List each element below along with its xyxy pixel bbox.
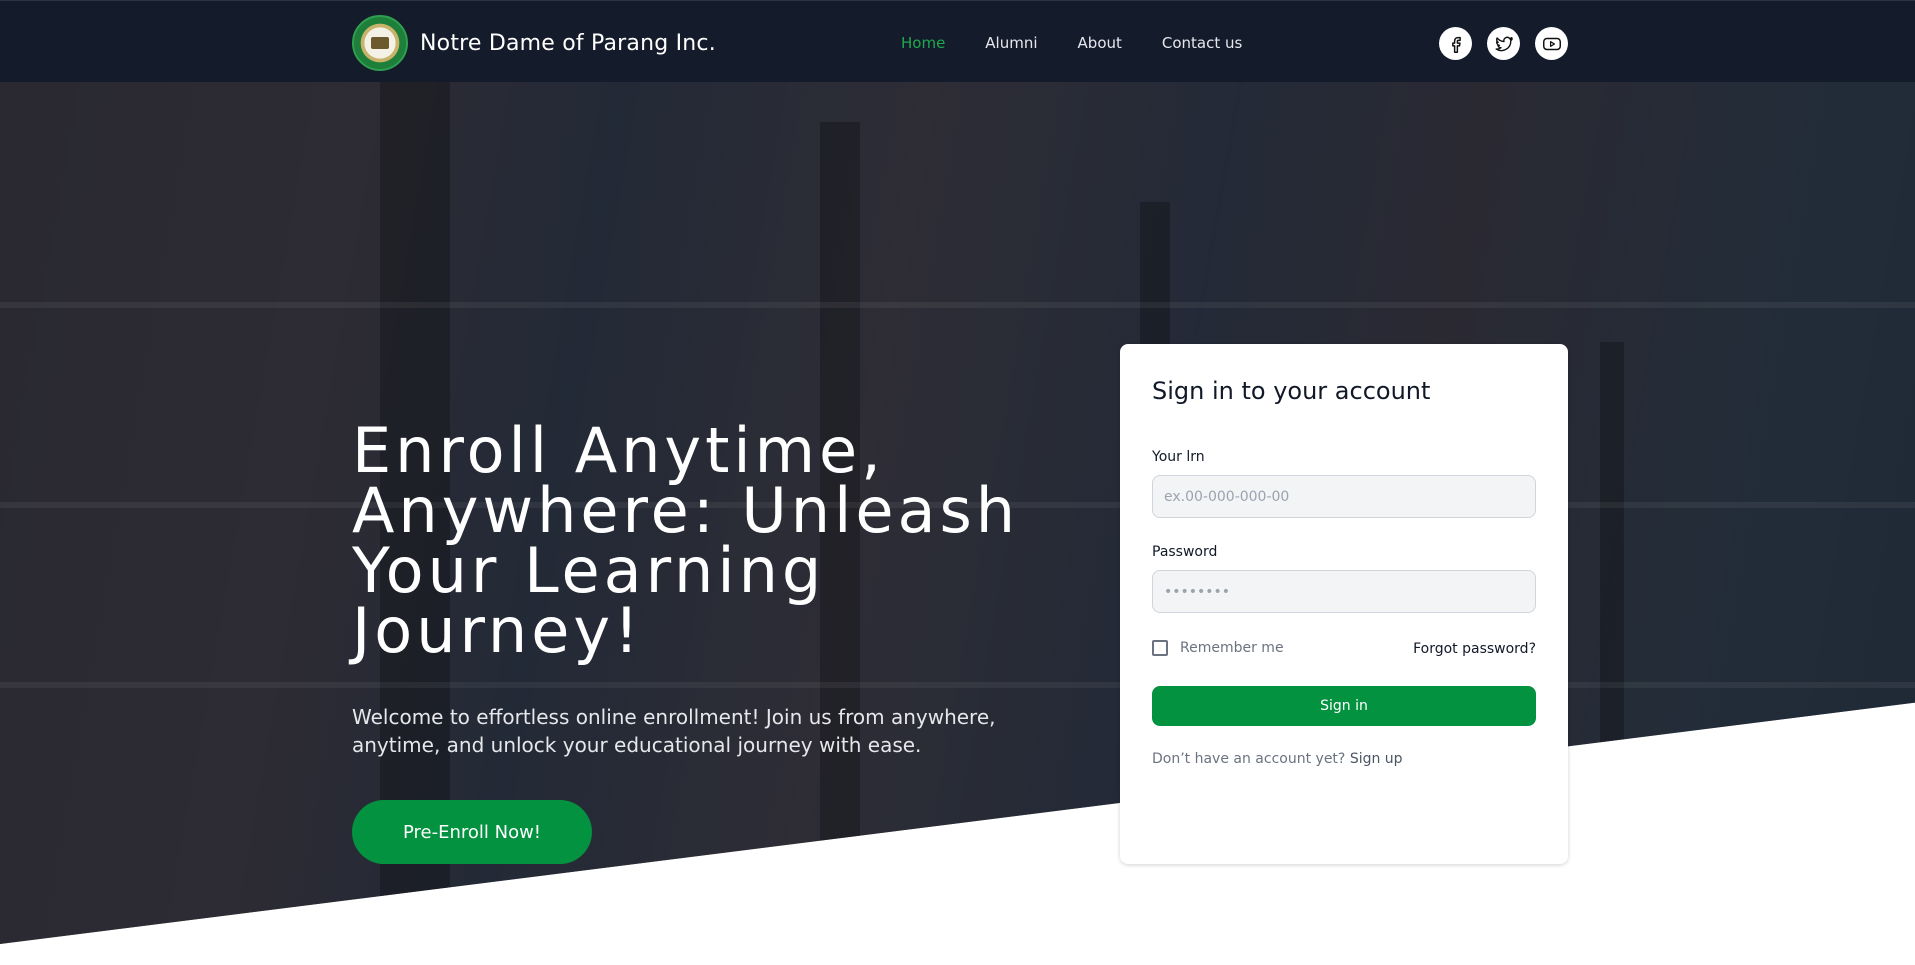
hero-title: Enroll Anytime, Anywhere: Unleash Your L… [352,420,1052,662]
school-logo-icon [352,15,408,71]
signin-title: Sign in to your account [1152,377,1431,405]
signin-card: Sign in to your account Your lrn Passwor… [1120,344,1568,864]
remember-me-checkbox[interactable] [1152,640,1168,656]
signup-link[interactable]: Sign up [1350,751,1403,767]
nav-link-alumni[interactable]: Alumni [985,34,1037,52]
lrn-input[interactable] [1152,475,1536,518]
forgot-password-link[interactable]: Forgot password? [1413,641,1536,657]
signup-prompt: Don’t have an account yet? Sign up [1152,751,1403,767]
twitter-icon[interactable] [1487,27,1520,60]
brand[interactable]: Notre Dame of Parang Inc. [352,15,716,71]
nav-link-contact[interactable]: Contact us [1162,34,1242,52]
lrn-label: Your lrn [1152,449,1205,465]
nav-link-about[interactable]: About [1078,34,1122,52]
pre-enroll-button[interactable]: Pre-Enroll Now! [352,800,592,864]
signup-prompt-text: Don’t have an account yet? [1152,751,1346,767]
password-label: Password [1152,544,1218,560]
social-links [1439,27,1583,60]
remember-me: Remember me [1152,640,1284,656]
signin-button[interactable]: Sign in [1152,686,1536,726]
brand-name: Notre Dame of Parang Inc. [420,30,716,56]
password-input[interactable] [1152,570,1536,613]
facebook-icon[interactable] [1439,27,1472,60]
hero-subtitle-line: anytime, and unlock your educational jou… [352,733,922,757]
remember-me-label: Remember me [1180,640,1284,656]
nav-link-home[interactable]: Home [901,34,945,52]
hero-title-line: Journey! [352,594,643,667]
main-nav: Home Alumni About Contact us [901,34,1282,52]
top-navbar: Notre Dame of Parang Inc. Home Alumni Ab… [0,0,1915,82]
youtube-icon[interactable] [1535,27,1568,60]
hero-subtitle: Welcome to effortless online enrollment!… [352,703,1012,759]
hero-subtitle-line: Welcome to effortless online enrollment!… [352,705,996,729]
